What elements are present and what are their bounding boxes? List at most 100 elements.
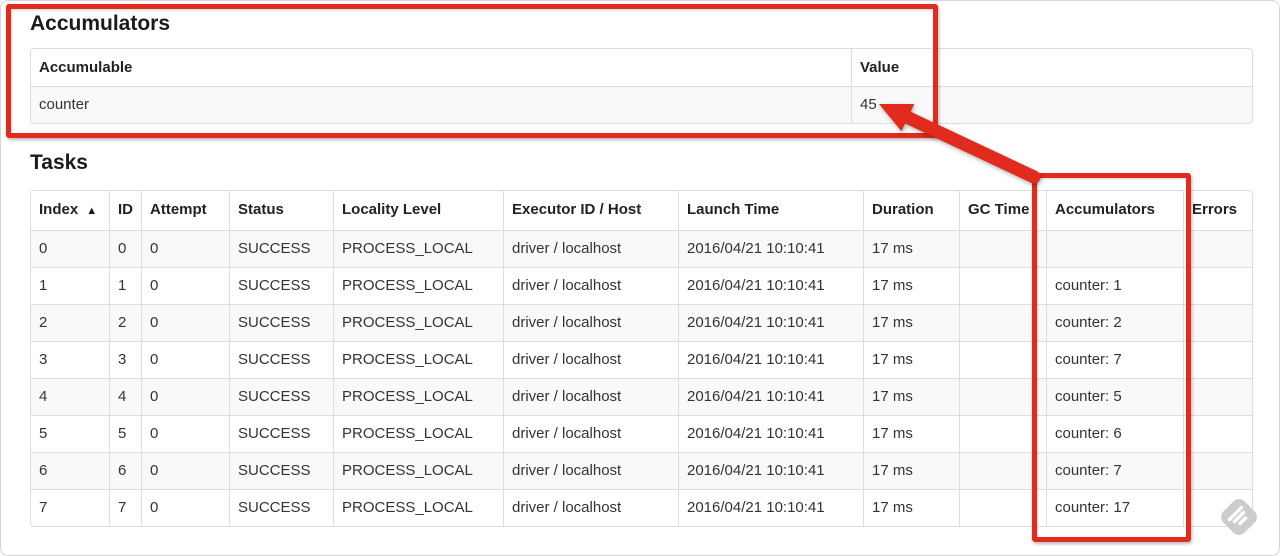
task-locality-cell: PROCESS_LOCAL [333, 267, 503, 304]
tasks-column-header-executor-id-host[interactable]: Executor ID / Host [503, 191, 678, 230]
task-executor-cell: driver / localhost [503, 341, 678, 378]
task-launch-time-cell: 2016/04/21 10:10:41 [678, 341, 863, 378]
task-locality-cell: PROCESS_LOCAL [333, 452, 503, 489]
task-errors-cell [1183, 378, 1252, 415]
task-executor-cell: driver / localhost [503, 304, 678, 341]
task-duration-cell: 17 ms [863, 230, 959, 267]
task-accumulators-cell: counter: 7 [1046, 341, 1183, 378]
task-executor-cell: driver / localhost [503, 267, 678, 304]
accumulators-section-heading: Accumulators [30, 12, 171, 35]
task-status-cell: SUCCESS [229, 304, 333, 341]
task-row: 6 6 0 SUCCESS PROCESS_LOCAL driver / loc… [31, 452, 1252, 489]
task-index-cell: 6 [31, 452, 109, 489]
tasks-column-header-launch-time[interactable]: Launch Time [678, 191, 863, 230]
task-errors-cell [1183, 267, 1252, 304]
task-attempt-cell: 0 [141, 452, 229, 489]
tasks-column-header-accumulators[interactable]: Accumulators [1046, 191, 1183, 230]
task-duration-cell: 17 ms [863, 452, 959, 489]
tasks-table: Index ▲ ID Attempt Status Locality Level … [30, 190, 1253, 527]
task-accumulators-cell: counter: 7 [1046, 452, 1183, 489]
accumulable-name-cell: counter [31, 86, 851, 123]
task-row: 1 1 0 SUCCESS PROCESS_LOCAL driver / loc… [31, 267, 1252, 304]
sort-ascending-icon: ▲ [86, 205, 98, 217]
task-status-cell: SUCCESS [229, 230, 333, 267]
task-launch-time-cell: 2016/04/21 10:10:41 [678, 415, 863, 452]
accumulable-column-header: Accumulable [39, 59, 133, 76]
task-status-cell: SUCCESS [229, 341, 333, 378]
task-accumulators-cell [1046, 230, 1183, 267]
task-id-cell: 0 [109, 230, 141, 267]
task-status-cell: SUCCESS [229, 452, 333, 489]
task-attempt-cell: 0 [141, 267, 229, 304]
tasks-header-row: Index ▲ ID Attempt Status Locality Level … [31, 191, 1252, 230]
task-attempt-cell: 0 [141, 489, 229, 526]
task-id-cell: 3 [109, 341, 141, 378]
task-index-cell: 4 [31, 378, 109, 415]
accumulable-header-row: Accumulable Value [31, 49, 1252, 86]
task-gc-time-cell [959, 452, 1046, 489]
task-duration-cell: 17 ms [863, 267, 959, 304]
tasks-column-header-status[interactable]: Status [229, 191, 333, 230]
task-id-cell: 5 [109, 415, 141, 452]
task-locality-cell: PROCESS_LOCAL [333, 230, 503, 267]
task-status-cell: SUCCESS [229, 378, 333, 415]
tasks-column-header-index-label: Index [39, 201, 79, 218]
task-row: 4 4 0 SUCCESS PROCESS_LOCAL driver / loc… [31, 378, 1252, 415]
task-errors-cell [1183, 341, 1252, 378]
tasks-column-header-id[interactable]: ID [109, 191, 141, 230]
task-gc-time-cell [959, 415, 1046, 452]
task-gc-time-cell [959, 378, 1046, 415]
task-row: 3 3 0 SUCCESS PROCESS_LOCAL driver / loc… [31, 341, 1252, 378]
task-index-cell: 7 [31, 489, 109, 526]
task-index-cell: 3 [31, 341, 109, 378]
tasks-column-header-attempt[interactable]: Attempt [141, 191, 229, 230]
accumulable-value-cell: 45 [851, 86, 1252, 123]
task-duration-cell: 17 ms [863, 378, 959, 415]
task-executor-cell: driver / localhost [503, 489, 678, 526]
tasks-column-header-duration[interactable]: Duration [863, 191, 959, 230]
task-row: 7 7 0 SUCCESS PROCESS_LOCAL driver / loc… [31, 489, 1252, 526]
task-accumulators-cell: counter: 2 [1046, 304, 1183, 341]
task-attempt-cell: 0 [141, 230, 229, 267]
task-index-cell: 2 [31, 304, 109, 341]
task-accumulators-cell: counter: 5 [1046, 378, 1183, 415]
task-launch-time-cell: 2016/04/21 10:10:41 [678, 489, 863, 526]
tasks-column-header-gc-time[interactable]: GC Time [959, 191, 1046, 230]
task-row: 5 5 0 SUCCESS PROCESS_LOCAL driver / loc… [31, 415, 1252, 452]
task-launch-time-cell: 2016/04/21 10:10:41 [678, 452, 863, 489]
spark-stage-detail-page: Accumulators Accumulable Value counter 4… [0, 0, 1280, 556]
task-id-cell: 7 [109, 489, 141, 526]
task-gc-time-cell [959, 304, 1046, 341]
task-locality-cell: PROCESS_LOCAL [333, 489, 503, 526]
accumulable-table: Accumulable Value counter 45 [30, 48, 1253, 124]
task-row: 0 0 0 SUCCESS PROCESS_LOCAL driver / loc… [31, 230, 1252, 267]
tasks-column-header-locality-level[interactable]: Locality Level [333, 191, 503, 230]
value-column-header: Value [851, 49, 1252, 86]
task-accumulators-cell: counter: 17 [1046, 489, 1183, 526]
tasks-column-header-errors[interactable]: Errors [1183, 191, 1252, 230]
tasks-table-body: 0 0 0 SUCCESS PROCESS_LOCAL driver / loc… [31, 230, 1252, 526]
task-index-cell: 5 [31, 415, 109, 452]
tasks-column-header-index[interactable]: Index ▲ [31, 191, 109, 230]
task-id-cell: 4 [109, 378, 141, 415]
task-locality-cell: PROCESS_LOCAL [333, 304, 503, 341]
task-gc-time-cell [959, 230, 1046, 267]
task-executor-cell: driver / localhost [503, 230, 678, 267]
task-executor-cell: driver / localhost [503, 415, 678, 452]
task-id-cell: 6 [109, 452, 141, 489]
task-errors-cell [1183, 304, 1252, 341]
task-errors-cell [1183, 230, 1252, 267]
task-row: 2 2 0 SUCCESS PROCESS_LOCAL driver / loc… [31, 304, 1252, 341]
task-index-cell: 0 [31, 230, 109, 267]
task-executor-cell: driver / localhost [503, 378, 678, 415]
task-status-cell: SUCCESS [229, 415, 333, 452]
task-launch-time-cell: 2016/04/21 10:10:41 [678, 267, 863, 304]
task-gc-time-cell [959, 341, 1046, 378]
task-locality-cell: PROCESS_LOCAL [333, 341, 503, 378]
task-gc-time-cell [959, 267, 1046, 304]
task-index-cell: 1 [31, 267, 109, 304]
task-status-cell: SUCCESS [229, 489, 333, 526]
task-attempt-cell: 0 [141, 341, 229, 378]
task-duration-cell: 17 ms [863, 489, 959, 526]
task-gc-time-cell [959, 489, 1046, 526]
